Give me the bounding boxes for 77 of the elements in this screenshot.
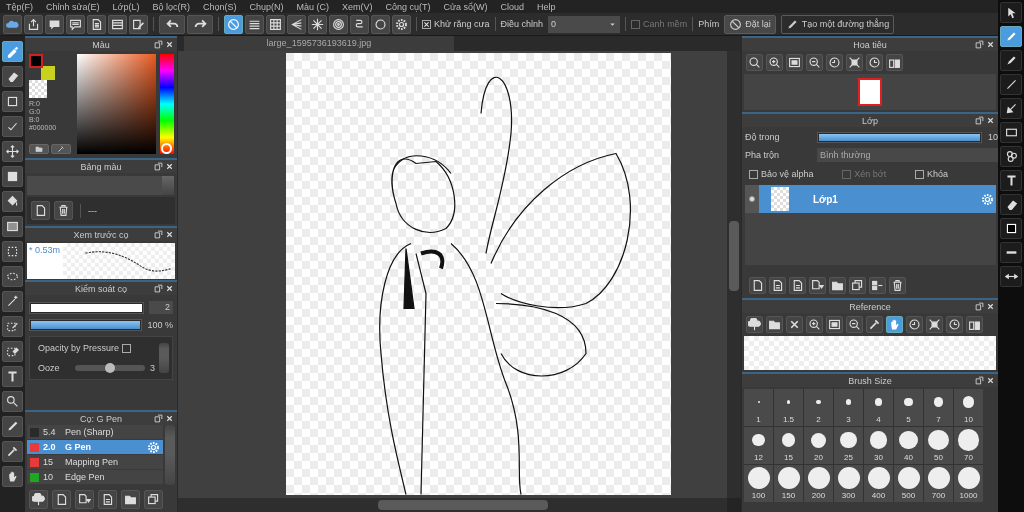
size-value[interactable]: 2 [148,301,173,314]
menu-item[interactable]: Chụp(N) [249,1,284,12]
panel-title: Xem trước cọ [73,229,129,240]
checkbox-label: Opacity by Pressure [37,343,119,353]
panel-title: Reference [849,301,891,312]
brush-size-option[interactable]: 4 [864,389,893,426]
brush-list-item[interactable]: 15 Mapping Pen [26,455,163,470]
menu-item[interactable]: Cloud [500,1,525,12]
panel-title: Brush Size [848,375,892,386]
menu-item[interactable]: Cửa sổ(W) [443,1,488,12]
checkbox-label: Khử răng cưa [434,19,490,29]
brush-size-option[interactable]: 1 [744,389,773,426]
menu-item[interactable]: Xem(V) [342,1,373,12]
brush-size-option[interactable]: 3 [834,389,863,426]
brush-size-option[interactable]: 5 [894,389,923,426]
brush-size-option[interactable]: 500 [894,465,923,502]
brush-size-option[interactable]: 70 [954,427,983,464]
checkbox-label: Khóa [926,169,948,179]
blend-label: Pha trộn [745,150,781,160]
panel-title: Lớp [862,115,878,126]
menu-item[interactable]: Tệp(F) [6,1,33,12]
menu-item[interactable]: Chỉnh sửa(E) [46,1,100,12]
brush-size-readout: * 0.53m [26,243,63,279]
menu-item[interactable]: Bộ lọc(R) [152,1,190,12]
brush-size-option[interactable]: 150 [774,465,803,502]
brush-name: Pen (Sharp) [64,427,115,437]
opacity-label: Độ trong [745,132,781,142]
adjust-dropdown[interactable]: 0 [548,15,621,33]
brush-size-option[interactable]: 700 [924,465,953,502]
opacity-value: 10 [988,132,998,142]
straight-line-button[interactable]: Tạo một đường thẳng [780,14,895,34]
brush-name: Mapping Pen [64,457,119,467]
adjust-label: Điều chỉnh [500,19,544,29]
ooze-value: 3 [149,363,155,373]
brush-size-option[interactable]: 200 [804,465,833,502]
brush-name: G Pen [64,442,92,452]
brush-size-option[interactable]: 20 [804,427,833,464]
brush-size-option[interactable]: 30 [864,427,893,464]
menu-item[interactable]: Màu (C) [296,1,330,12]
brush-size-option[interactable]: 12 [744,427,773,464]
brush-name: Edge Pen [64,472,106,482]
brush-size-option[interactable]: 50 [924,427,953,464]
brush-size-option[interactable]: 15 [774,427,803,464]
panel-title: Hoa tiêu [853,39,887,50]
blend-mode-dropdown[interactable]: Bình thường [817,148,998,162]
brush-list-item[interactable]: 10 Edge Pen [26,470,163,485]
brush-size: 2.0 [42,442,57,452]
menu-item[interactable]: Lớp(L) [112,1,140,12]
panel-title: Cọ: G Pen [79,413,122,424]
brush-size-option[interactable]: 40 [894,427,923,464]
palette-name: --- [87,205,97,216]
menu-item[interactable]: Công cụ(T) [385,1,431,12]
layer-name: Lớp1 [812,193,839,205]
brush-size-option[interactable]: 300 [834,465,863,502]
brush-size: 5.4 [42,427,57,437]
brush-size: 15 [42,457,54,467]
checkbox-label: Canh mềm [643,19,688,29]
brush-size-option[interactable]: 2 [804,389,833,426]
brush-size-option[interactable]: 7 [924,389,953,426]
panel-title: Bảng màu [80,161,122,172]
panel-title: Kiểm soát cọ [74,283,127,294]
panel-title: Màu [92,39,110,50]
brush-size-option[interactable]: 400 [864,465,893,502]
document-tab[interactable]: large_1595736193619.jpg [183,36,454,51]
opacity-value: 100 % [147,320,173,330]
reset-button[interactable]: Đặt lại [724,14,776,34]
checkbox-label: Bảo vệ alpha [761,169,814,179]
brush-size-option[interactable]: 25 [834,427,863,464]
brush-size-option[interactable]: 1000 [954,465,983,502]
brush-size-option[interactable]: 1.5 [774,389,803,426]
brush-size: 10 [42,472,54,482]
keys-label: Phím [698,19,720,29]
brush-size-option[interactable]: 100 [744,465,773,502]
menu-item[interactable]: Chọn(S) [203,1,237,12]
ooze-label: Ooze [37,363,61,373]
brush-size-option[interactable]: 10 [954,389,983,426]
menu-item[interactable]: Help [537,1,556,12]
